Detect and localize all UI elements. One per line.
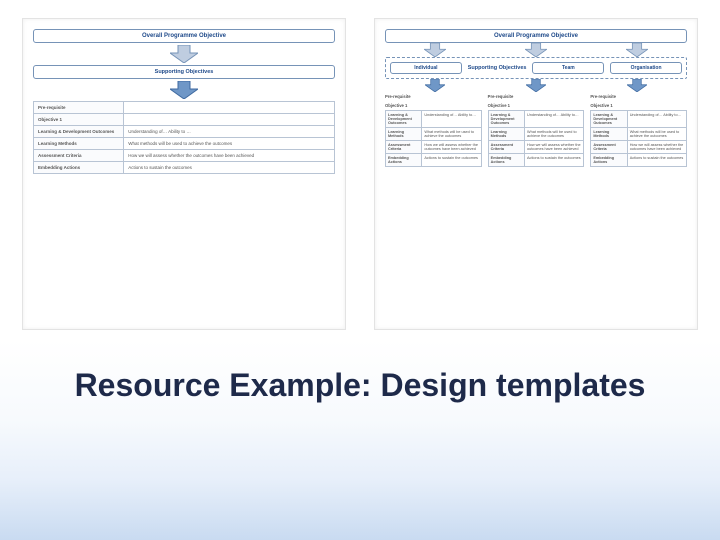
arrow-down-icon	[424, 43, 446, 57]
row-label: Assessment Criteria	[488, 141, 524, 154]
row-value: What methods will be used to achieve the…	[627, 128, 686, 141]
row-value: Understanding of… Ability to…	[422, 111, 481, 128]
row-label: Learning Methods	[386, 128, 422, 141]
table-row: Assessment CriteriaHow we will assess wh…	[488, 141, 584, 154]
table-row: Assessment CriteriaHow we will assess wh…	[591, 141, 687, 154]
table-row: Embedding ActionsActions to sustain the …	[488, 154, 584, 167]
table-row: Assessment CriteriaHow we will assess wh…	[34, 150, 335, 162]
table-row: Learning & Development OutcomesUnderstan…	[386, 111, 482, 128]
detail-tbody: Pre-requisiteObjective 1Learning & Devel…	[34, 102, 335, 174]
table-row: Embedding ActionsActions to sustain the …	[591, 154, 687, 167]
supporting-objectives-label: Supporting Objectives	[468, 65, 527, 71]
row-label: Learning Methods	[488, 128, 524, 141]
row-value: Understanding of… Ability to…	[627, 111, 686, 128]
column-header-team: Team	[532, 62, 604, 74]
arrow-down-icon	[526, 79, 546, 92]
table-row: Learning & Development OutcomesUnderstan…	[488, 111, 584, 128]
objective-label: Objective 1	[590, 101, 687, 110]
row-label: Assessment Criteria	[34, 150, 124, 162]
table-row: Learning MethodsWhat methods will be use…	[591, 128, 687, 141]
row-value: What methods will be used to achieve the…	[525, 128, 584, 141]
detail-table: Pre-requisiteObjective 1Learning & Devel…	[33, 101, 335, 174]
arrow-row	[385, 43, 687, 57]
column-table: Learning & Development OutcomesUnderstan…	[488, 110, 585, 167]
prereq-label: Pre-requisite	[385, 92, 482, 101]
row-label: Assessment Criteria	[591, 141, 627, 154]
row-value: Understanding of… Ability to…	[525, 111, 584, 128]
row-label: Learning & Development Outcomes	[386, 111, 422, 128]
supporting-row: Individual Supporting Objectives Team Or…	[385, 57, 687, 79]
row-value: Understanding of… Ability to …	[124, 126, 335, 138]
row-label: Learning & Development Outcomes	[34, 126, 124, 138]
column: Pre-requisiteObjective 1Learning & Devel…	[488, 92, 585, 167]
slide-title: Resource Example: Design templates	[75, 368, 646, 403]
arrow-down-icon	[170, 45, 198, 63]
table-row: Learning MethodsWhat methods will be use…	[386, 128, 482, 141]
column-table: Learning & Development OutcomesUnderstan…	[385, 110, 482, 167]
row-label: Pre-requisite	[34, 102, 124, 114]
row-label: Learning & Development Outcomes	[591, 111, 627, 128]
objective-label: Objective 1	[385, 101, 482, 110]
row-value: How we will assess whether the outcomes …	[627, 141, 686, 154]
table-row: Learning MethodsWhat methods will be use…	[488, 128, 584, 141]
three-columns: Pre-requisiteObjective 1Learning & Devel…	[385, 92, 687, 167]
row-value	[124, 102, 335, 114]
arrow-row	[385, 79, 687, 92]
table-row: Embedding ActionsActions to sustain the …	[34, 162, 335, 174]
arrow-down-icon	[425, 79, 445, 92]
template-left: Overall Programme Objective Supporting O…	[22, 18, 346, 330]
title-area: Resource Example: Design templates	[0, 340, 720, 540]
column-table: Learning & Development OutcomesUnderstan…	[590, 110, 687, 167]
table-row: Learning & Development OutcomesUnderstan…	[34, 126, 335, 138]
row-value: What methods will be used to achieve the…	[422, 128, 481, 141]
top-panels: Overall Programme Objective Supporting O…	[0, 0, 720, 340]
arrow-down-icon	[170, 81, 198, 99]
table-row: Objective 1	[34, 114, 335, 126]
supporting-objectives-box: Supporting Objectives	[33, 65, 335, 79]
column: Pre-requisiteObjective 1Learning & Devel…	[590, 92, 687, 167]
overall-objective-box: Overall Programme Objective	[385, 29, 687, 43]
row-value: Actions to sustain the outcomes	[627, 154, 686, 167]
row-value	[124, 114, 335, 126]
row-label: Embedding Actions	[488, 154, 524, 167]
arrow-down-icon	[525, 43, 547, 57]
row-label: Embedding Actions	[34, 162, 124, 174]
table-row: Assessment CriteriaHow we will assess wh…	[386, 141, 482, 154]
column-header-organisation: Organisation	[610, 62, 682, 74]
prereq-label: Pre-requisite	[488, 92, 585, 101]
row-value: Actions to sustain the outcomes	[525, 154, 584, 167]
row-value: How we will assess whether the outcomes …	[124, 150, 335, 162]
row-label: Embedding Actions	[386, 154, 422, 167]
row-label: Learning Methods	[34, 138, 124, 150]
objective-label: Objective 1	[488, 101, 585, 110]
row-label: Embedding Actions	[591, 154, 627, 167]
prereq-label: Pre-requisite	[590, 92, 687, 101]
row-label: Learning & Development Outcomes	[488, 111, 524, 128]
template-right: Overall Programme Objective Individual S…	[374, 18, 698, 330]
row-value: How we will assess whether the outcomes …	[422, 141, 481, 154]
row-value: What methods will be used to achieve the…	[124, 138, 335, 150]
arrow-down-icon	[627, 79, 647, 92]
overall-objective-box: Overall Programme Objective	[33, 29, 335, 43]
row-label: Learning Methods	[591, 128, 627, 141]
row-label: Objective 1	[34, 114, 124, 126]
column: Pre-requisiteObjective 1Learning & Devel…	[385, 92, 482, 167]
table-row: Learning & Development OutcomesUnderstan…	[591, 111, 687, 128]
row-value: Actions to sustain the outcomes	[124, 162, 335, 174]
row-value: Actions to sustain the outcomes	[422, 154, 481, 167]
row-value: How we will assess whether the outcomes …	[525, 141, 584, 154]
table-row: Learning MethodsWhat methods will be use…	[34, 138, 335, 150]
table-row: Embedding ActionsActions to sustain the …	[386, 154, 482, 167]
arrow-down-icon	[626, 43, 648, 57]
row-label: Assessment Criteria	[386, 141, 422, 154]
table-row: Pre-requisite	[34, 102, 335, 114]
column-header-individual: Individual	[390, 62, 462, 74]
slide: Overall Programme Objective Supporting O…	[0, 0, 720, 540]
